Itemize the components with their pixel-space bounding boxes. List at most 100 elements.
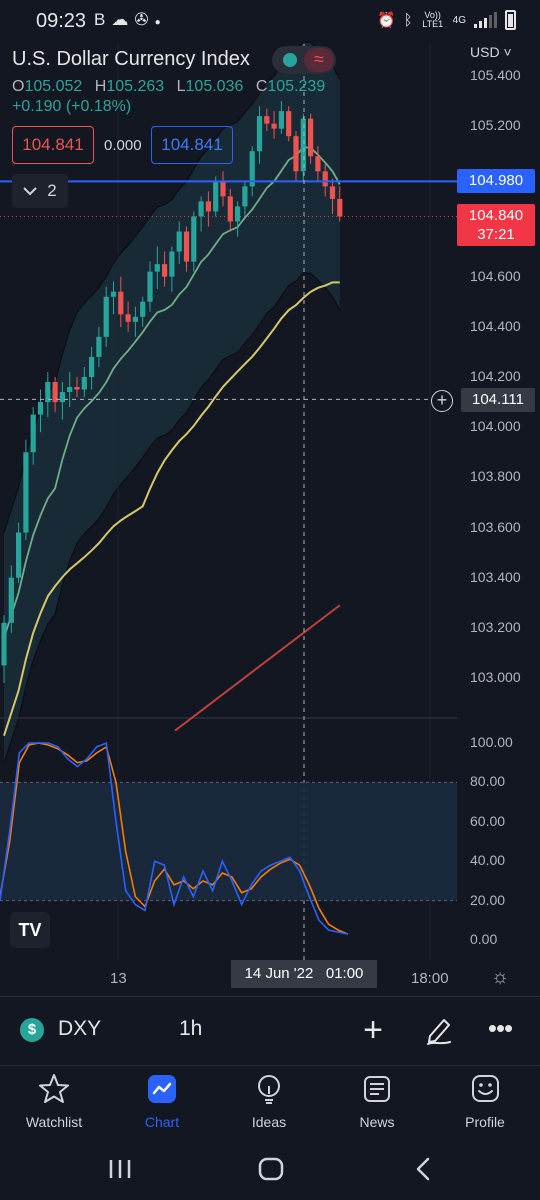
candle-body: [300, 118, 306, 172]
candle-body: [176, 231, 182, 252]
candle-body: [1, 622, 7, 666]
crosshair-price-label: 104.111: [461, 388, 535, 412]
recent-apps-icon[interactable]: [109, 1160, 131, 1178]
candle-body: [8, 577, 14, 623]
candle-body: [337, 198, 343, 217]
nav-profile[interactable]: Profile: [435, 1072, 535, 1130]
price-tick: 105.400: [470, 67, 521, 83]
candle-body: [74, 387, 80, 390]
nav-label-chart: Chart: [144, 1114, 180, 1130]
candle-body: [132, 316, 138, 322]
open-label: O: [12, 78, 25, 95]
price-tick: 104.200: [470, 368, 521, 384]
close-value: 105.239: [267, 78, 326, 95]
oscillator-tick: 20.00: [470, 891, 506, 908]
candle-body: [315, 156, 321, 172]
indicators-collapse-button[interactable]: 2: [12, 174, 68, 208]
nav-label-watchlist: Watchlist: [25, 1114, 83, 1130]
candle-body: [23, 452, 29, 533]
nav-watchlist[interactable]: Watchlist: [4, 1072, 104, 1130]
candle-body: [235, 206, 241, 222]
candle-body: [96, 336, 102, 357]
time-label-1800: 18:00: [411, 970, 449, 987]
price-change: +0.190 (+0.18%): [12, 98, 132, 115]
candle-body: [227, 196, 233, 222]
nav-news[interactable]: News: [327, 1072, 427, 1130]
last-price-line-label: 104.980: [457, 169, 535, 193]
time-label-13: 13: [110, 970, 127, 987]
currency-select[interactable]: USD ˅: [470, 44, 512, 60]
candle-countdown: 37:21: [477, 226, 515, 243]
buy-button[interactable]: 104.841: [151, 126, 233, 164]
candle-body: [256, 116, 263, 152]
bulb-icon: [219, 1072, 319, 1110]
low-value: 105.036: [185, 78, 244, 95]
candle-body: [118, 291, 124, 315]
dollar-icon[interactable]: $: [20, 1018, 44, 1042]
candle-body: [322, 171, 328, 187]
candle-body: [183, 231, 190, 262]
close-label: C: [255, 78, 268, 95]
candle-body: [308, 118, 314, 157]
high-label: H: [94, 78, 107, 95]
price-tick: 104.400: [470, 317, 521, 334]
candle-body: [125, 314, 131, 322]
candle-body: [242, 186, 248, 207]
nav-label-news: News: [359, 1114, 395, 1130]
candle-body: [205, 201, 211, 212]
more-options-icon[interactable]: •••: [485, 1014, 515, 1046]
oscillator-tick: 40.00: [470, 852, 506, 869]
spread-value: 0.000: [104, 137, 142, 154]
nav-chart[interactable]: Chart: [112, 1072, 212, 1130]
nav-label-profile: Profile: [465, 1114, 505, 1130]
news-icon: [327, 1072, 427, 1110]
candle-body: [286, 111, 292, 137]
drawing-pen-icon[interactable]: [424, 1014, 454, 1046]
candle-body: [271, 123, 277, 129]
symbol-search-button[interactable]: DXY: [58, 1017, 101, 1041]
wave-icon[interactable]: ≈: [304, 48, 334, 72]
back-icon[interactable]: [416, 1157, 430, 1181]
ma-long-line: [174, 604, 341, 732]
sell-button[interactable]: 104.841: [12, 126, 94, 164]
candle-body: [89, 356, 95, 377]
candle-body: [162, 264, 168, 277]
candle-body: [154, 264, 160, 272]
candle-body: [169, 251, 175, 277]
price-tick: 105.200: [470, 117, 521, 134]
crosshair-time-label: 14 Jun '22 01:00: [231, 960, 377, 988]
price-tick: 103.200: [470, 618, 521, 635]
candle-body: [278, 111, 284, 129]
candle-body: [191, 216, 197, 262]
oscillator-tick: 100.00: [470, 734, 513, 750]
candle-body: [147, 271, 153, 302]
candle-body: [103, 296, 109, 337]
tradingview-logo-icon[interactable]: TV: [10, 912, 50, 948]
stoch-band-fill: [0, 782, 457, 901]
chevron-down-icon: ˅: [499, 44, 512, 60]
chart-settings-icon[interactable]: ☼: [489, 966, 511, 988]
star-icon: [4, 1072, 104, 1110]
price-tick: 103.400: [470, 568, 521, 585]
candle-body: [81, 377, 87, 390]
candle-body: [67, 387, 73, 393]
oscillator-tick: 60.00: [470, 812, 506, 829]
candle-body: [59, 392, 65, 403]
add-alert-plus-icon[interactable]: +: [431, 390, 453, 412]
home-icon[interactable]: [258, 1157, 284, 1181]
oscillator-tick: 0.00: [470, 931, 498, 947]
price-tick: 104.000: [470, 418, 521, 435]
symbol-title[interactable]: U.S. Dollar Currency Index: [12, 48, 250, 71]
candle-body: [37, 402, 44, 415]
open-value: 105.052: [24, 78, 83, 95]
candle-body: [293, 136, 299, 172]
system-nav-bar: [0, 1142, 540, 1200]
current-price: 104.840: [468, 207, 524, 224]
interval-button[interactable]: 1h: [179, 1017, 202, 1041]
nav-ideas[interactable]: Ideas: [219, 1072, 319, 1130]
candle-body: [30, 414, 36, 453]
oscillator-tick: 80.00: [470, 773, 506, 790]
indicators-count: 2: [47, 181, 57, 200]
add-plus-icon[interactable]: +: [359, 1010, 387, 1050]
nav-label-ideas: Ideas: [251, 1114, 287, 1130]
